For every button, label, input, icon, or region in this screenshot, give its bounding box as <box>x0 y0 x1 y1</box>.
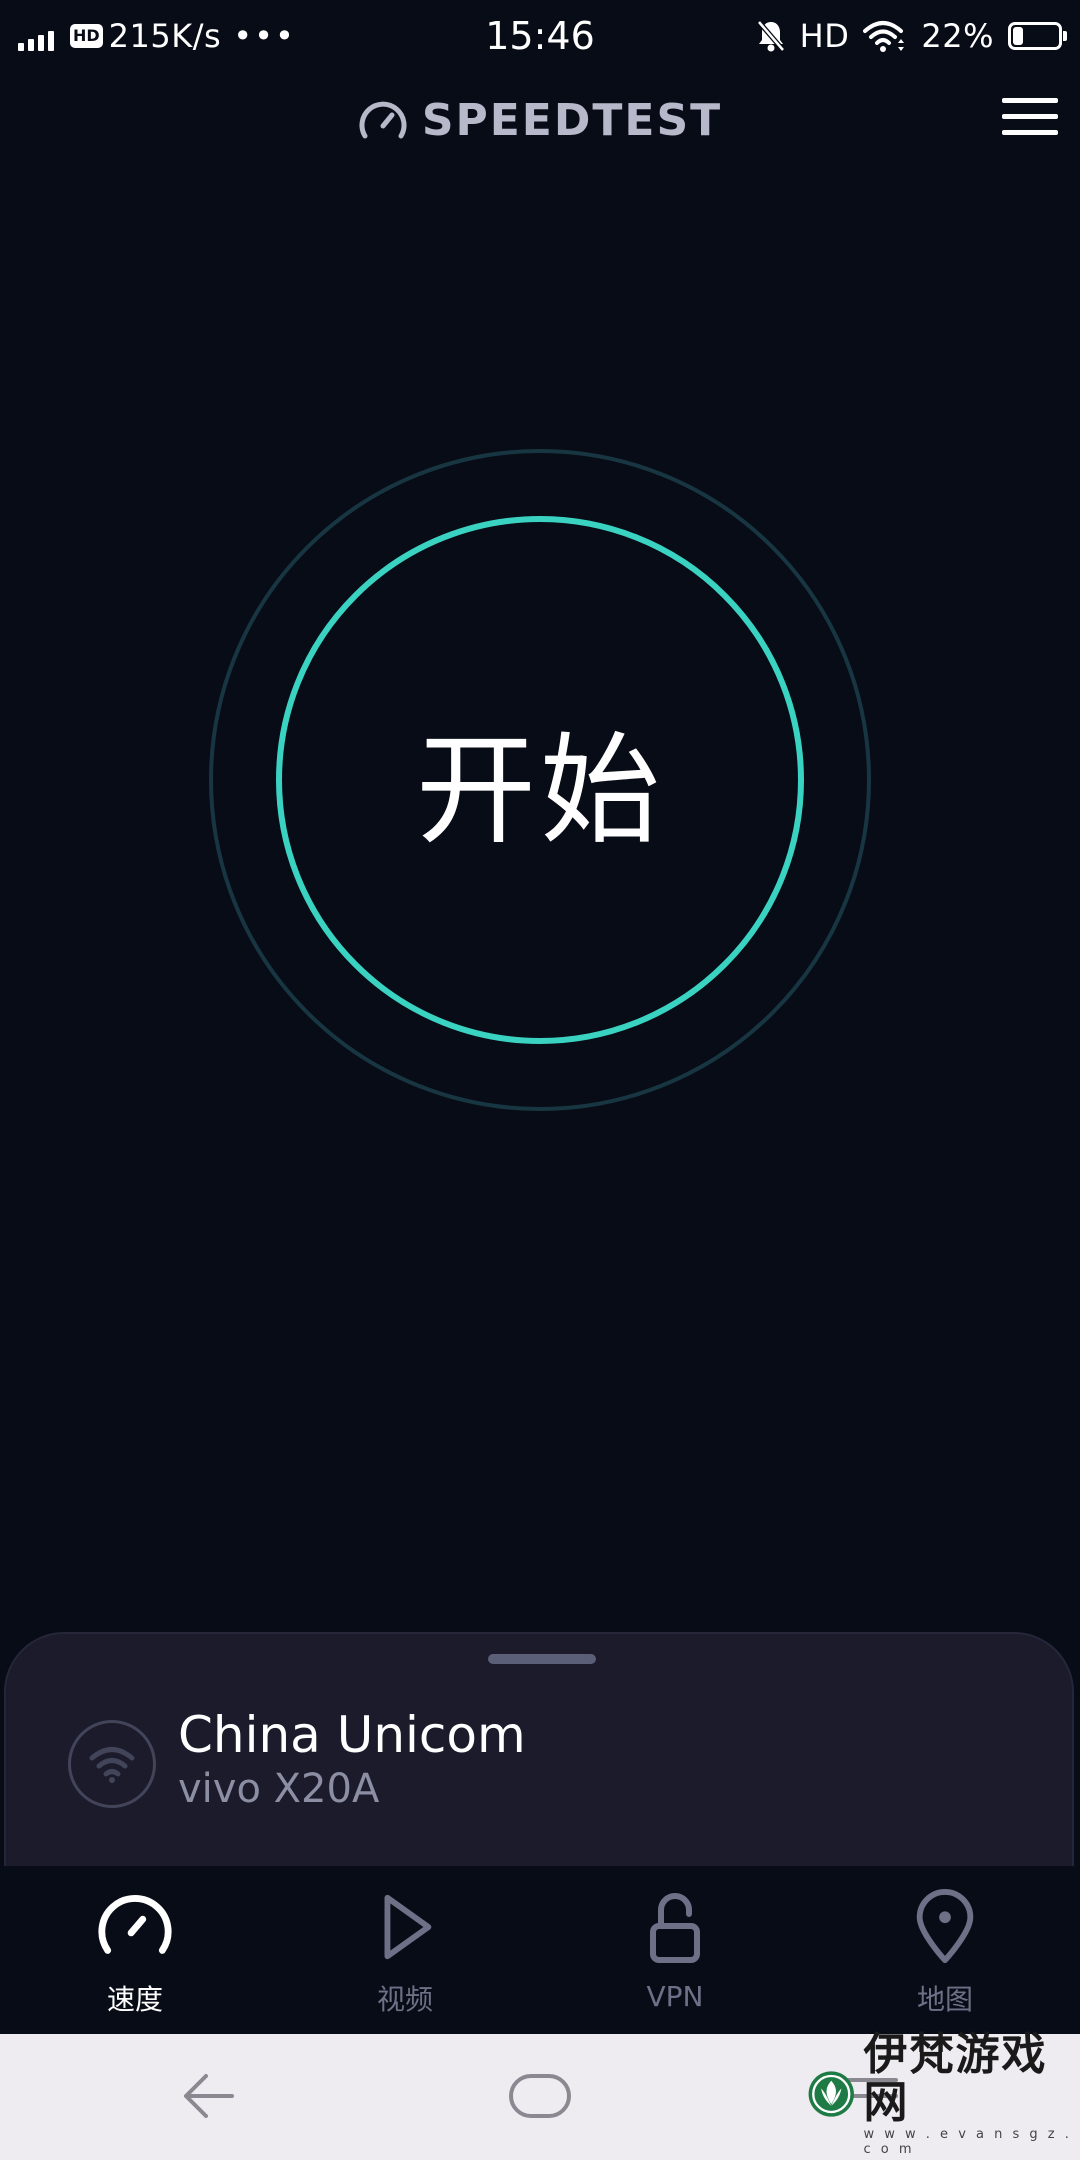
hamburger-menu-icon[interactable] <box>1002 98 1058 142</box>
mute-bell-icon <box>756 20 785 52</box>
tab-label: 地图 <box>916 1983 973 2016</box>
map-pin-icon <box>916 1889 974 1964</box>
isp-name: China Unicom <box>178 1706 526 1764</box>
brand-logo: SPEEDTEST <box>0 80 1080 160</box>
bottom-tab-bar: 速度 视频 VPN 地图 <box>0 1866 1080 2034</box>
site-watermark: 伊梵游戏网 w w w . e v a n s g z . c o m <box>807 2031 1072 2157</box>
hd-voice-indicator: HD <box>799 17 850 55</box>
start-button[interactable]: 开始 <box>205 445 875 1115</box>
tab-vpn[interactable]: VPN <box>575 1888 775 2018</box>
watermark-logo-icon <box>808 2071 854 2117</box>
start-test-area: 开始 <box>205 445 875 1115</box>
tab-label: 视频 <box>376 1983 433 2016</box>
wifi-icon <box>863 21 905 52</box>
watermark-url: w w w . e v a n s g z . c o m <box>863 2127 1072 2157</box>
back-arrow-icon[interactable] <box>180 2072 236 2120</box>
battery-icon <box>1008 22 1067 50</box>
watermark-title: 伊梵游戏网 <box>863 2029 1048 2128</box>
app-header: SPEEDTEST <box>0 80 1080 160</box>
device-name: vivo X20A <box>178 1766 380 1812</box>
connection-sheet[interactable]: China Unicom vivo X20A <box>4 1632 1074 1872</box>
connection-type-badge <box>68 1720 156 1808</box>
play-icon <box>384 1894 432 1960</box>
status-bar: HD 215K/s ••• 15:46 HD 22% <box>0 0 1080 72</box>
unlock-icon <box>650 1893 700 1963</box>
sheet-drag-handle[interactable] <box>488 1654 596 1664</box>
tab-label: 速度 <box>106 1983 163 2016</box>
watermark-text: 伊梵游戏网 w w w . e v a n s g z . c o m <box>863 2029 1073 2158</box>
battery-level <box>1013 27 1023 45</box>
home-button-icon[interactable] <box>508 2072 572 2120</box>
speedometer-logo-icon <box>359 101 407 139</box>
tab-label: VPN <box>646 1980 704 2013</box>
wifi-icon <box>89 1747 135 1783</box>
status-right: HD 22% <box>742 14 1067 58</box>
speedometer-icon <box>98 1895 172 1954</box>
tab-speed[interactable]: 速度 <box>35 1888 235 2018</box>
tab-video[interactable]: 视频 <box>305 1888 505 2018</box>
brand-name: SPEEDTEST <box>421 94 723 146</box>
tab-map[interactable]: 地图 <box>845 1888 1045 2018</box>
battery-percent: 22% <box>921 17 994 55</box>
